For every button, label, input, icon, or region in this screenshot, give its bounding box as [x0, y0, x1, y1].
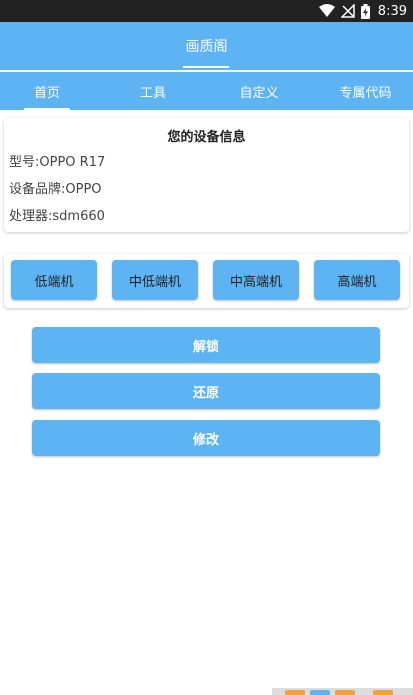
device-model: 型号:OPPO R17 — [9, 155, 106, 170]
wifi-icon — [318, 4, 335, 18]
bottom-chip-orange — [285, 690, 305, 695]
unlock-button[interactable]: 解锁 — [32, 327, 380, 363]
app-bar: 画质阁 — [0, 22, 413, 70]
tab-bar: 首页 工具 自定义 专属代码 — [0, 72, 413, 110]
tier-mid-high-button[interactable]: 中高端机 — [213, 260, 299, 300]
device-tier-card: 低端机 中低端机 中高端机 高端机 — [4, 254, 409, 308]
modify-button[interactable]: 修改 — [32, 420, 380, 456]
tab-exclusive-code[interactable]: 专属代码 — [318, 72, 413, 110]
tab-home[interactable]: 首页 — [0, 72, 94, 110]
tab-indicator — [24, 108, 70, 110]
tab-tools[interactable]: 工具 — [106, 72, 200, 110]
app-title-underline — [183, 66, 229, 68]
restore-button[interactable]: 还原 — [32, 373, 380, 409]
tier-low-button[interactable]: 低端机 — [11, 260, 97, 300]
tier-high-button[interactable]: 高端机 — [314, 260, 400, 300]
bottom-chip-orange-2 — [335, 690, 355, 695]
device-info-card: 您的设备信息 型号:OPPO R17 设备品牌:OPPO 处理器:sdm660 — [4, 118, 409, 232]
battery-charging-icon — [360, 3, 370, 19]
status-bar: 8:39 — [0, 0, 413, 22]
tier-mid-low-button[interactable]: 中低端机 — [112, 260, 198, 300]
tab-custom[interactable]: 自定义 — [212, 72, 306, 110]
device-brand: 设备品牌:OPPO — [9, 182, 102, 197]
status-time: 8:39 — [377, 3, 407, 19]
bottom-chip-blue — [310, 690, 330, 695]
signal-icon — [340, 4, 355, 18]
app-title: 画质阁 — [185, 39, 228, 55]
device-processor: 处理器:sdm660 — [9, 209, 105, 224]
device-info-title: 您的设备信息 — [167, 130, 246, 145]
bottom-chip-orange-3 — [373, 690, 393, 695]
